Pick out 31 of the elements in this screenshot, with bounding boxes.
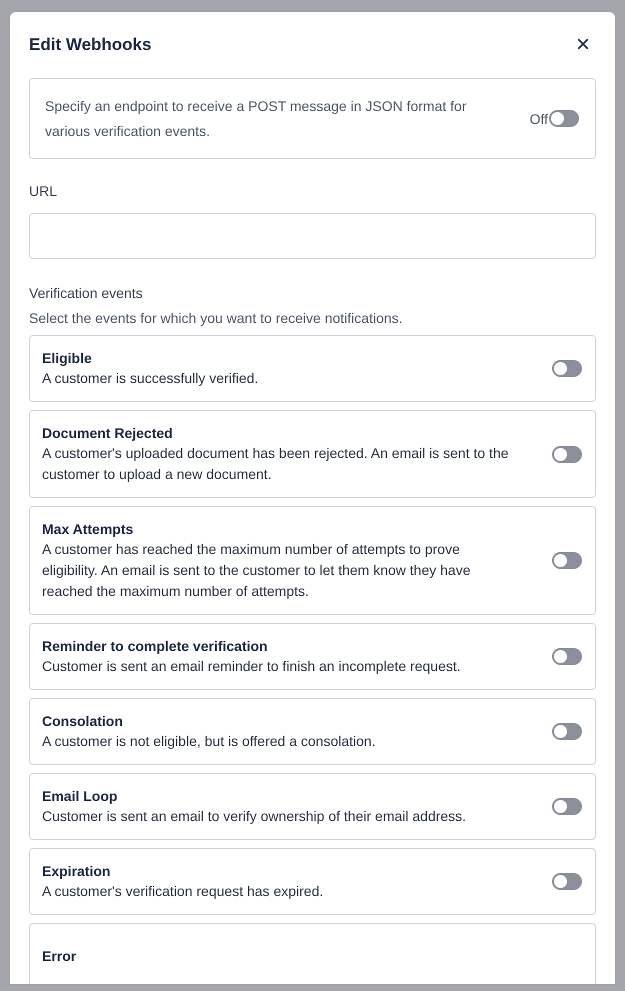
event-title: Expiration — [42, 862, 112, 881]
event-description: A customer's verification request has expired. — [42, 882, 324, 901]
description-text: Specify an endpoint to receive a POST message in JSON format for various verification events. — [45, 96, 468, 140]
toggle-switch[interactable] — [552, 446, 582, 462]
field-label: URL — [29, 183, 58, 199]
toggle-switch[interactable] — [552, 723, 582, 740]
url-input-field[interactable] — [29, 213, 596, 259]
event-description: A customer's uploaded document has been rejected. An email is sent to the customer to upload a new document. — [42, 444, 510, 484]
event-description: A customer is not eligible, but is offered a consolation. — [42, 732, 377, 751]
event-description: A customer has reached the maximum number of attempts to prove eligibility. An email is sent to the customer to let them know they have reached the maximum number of attempts. — [42, 540, 472, 601]
event-description: Customer is sent an email reminder to finish an incomplete request. — [42, 657, 462, 676]
toggle-label: Off — [530, 110, 548, 126]
event-title: Max Attempts — [42, 520, 134, 539]
close-button[interactable]: × — [572, 33, 594, 57]
dialog-title: Edit Webhooks — [29, 35, 152, 55]
toggle-switch[interactable] — [552, 552, 582, 569]
event-title: Email Loop — [42, 787, 118, 806]
event-title: Error — [42, 947, 78, 966]
toggle-switch[interactable] — [552, 873, 582, 890]
section-title: Verification events — [29, 285, 144, 301]
event-title: Document Rejected — [42, 424, 174, 443]
toggle-switch[interactable] — [552, 798, 582, 815]
event-title: Consolation — [42, 712, 124, 731]
toggle-switch[interactable] — [549, 110, 579, 127]
toggle-switch[interactable] — [552, 648, 582, 665]
event-title: Reminder to complete verification — [42, 637, 269, 656]
event-description: A customer is successfully verified. — [42, 369, 260, 388]
section-hint: Select the events for which you want to receive notifications. — [29, 310, 404, 326]
event-description: Customer is sent an email to verify ownership of their email address. — [42, 807, 468, 826]
toggle-switch[interactable] — [552, 360, 582, 377]
event-title: Eligible — [42, 349, 93, 368]
